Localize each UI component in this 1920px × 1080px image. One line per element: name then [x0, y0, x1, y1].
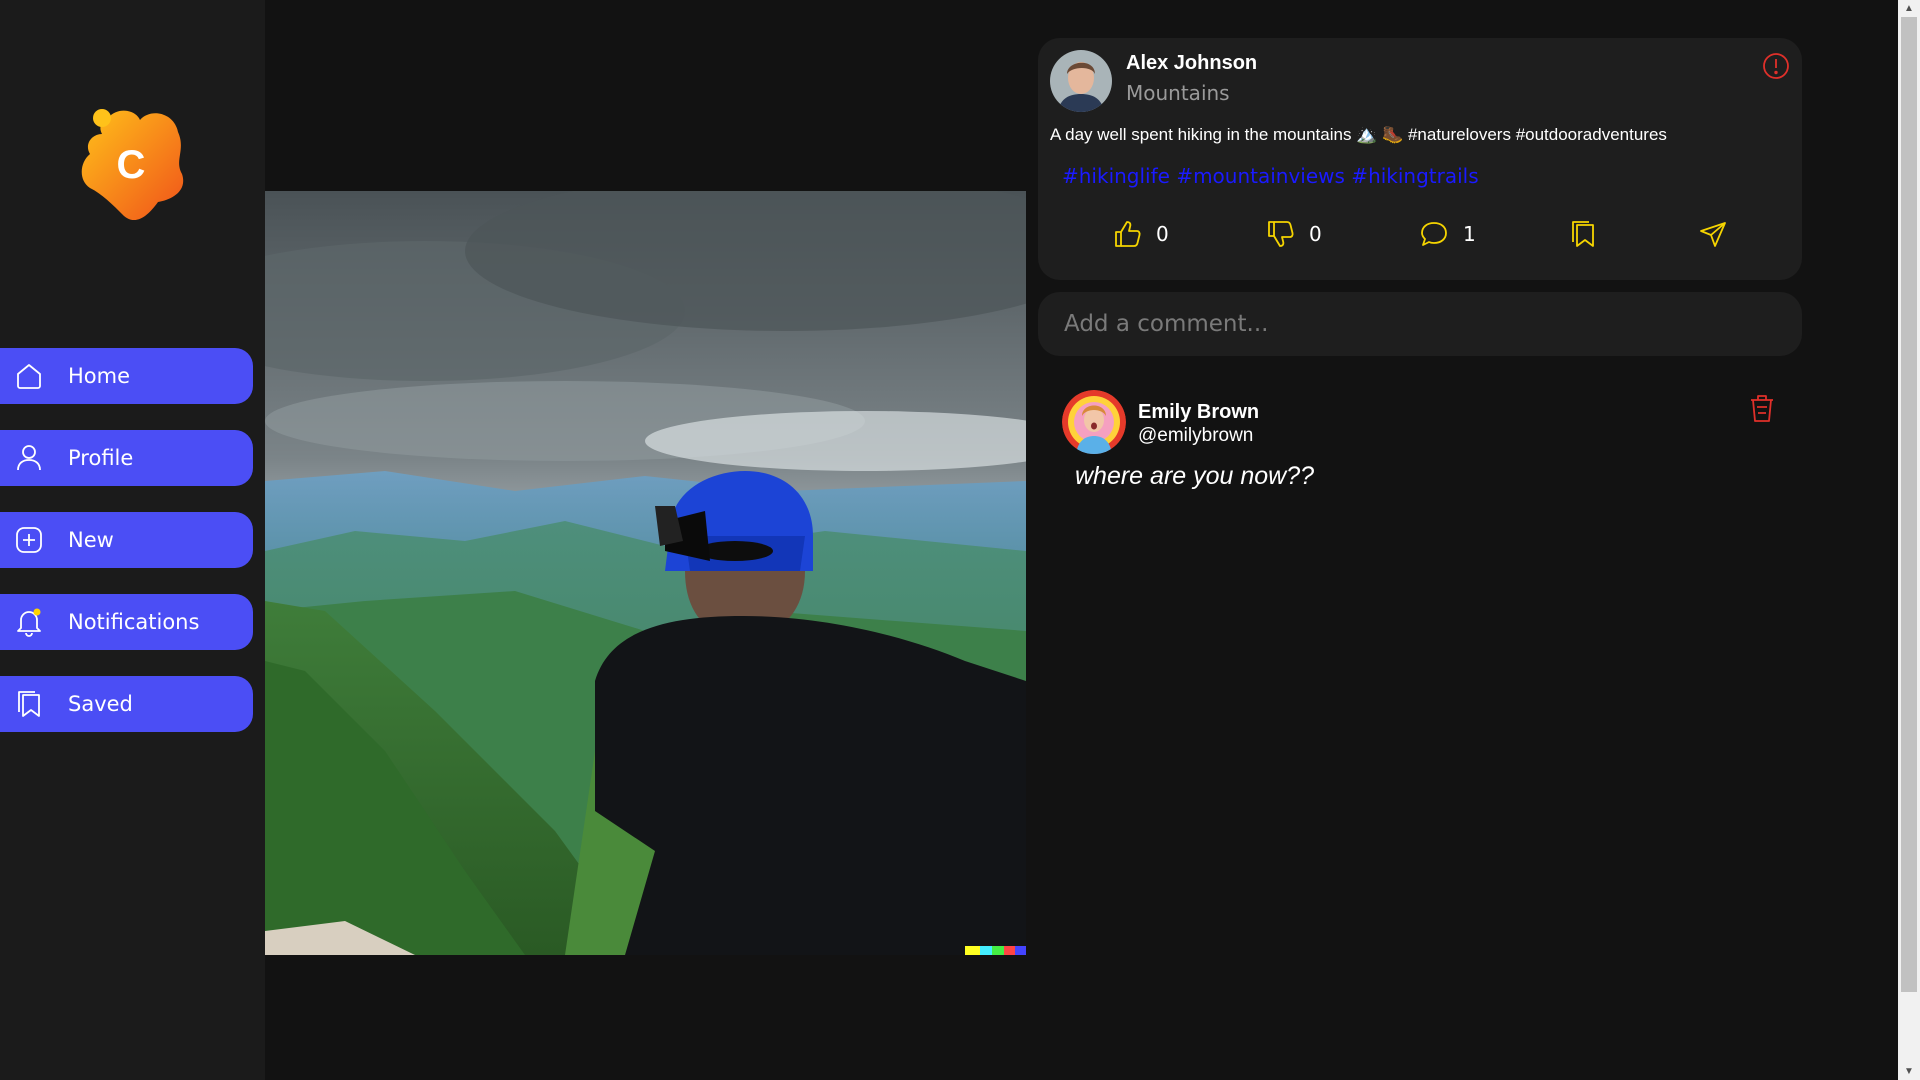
comment-text: where are you now??	[1075, 462, 1315, 490]
share-button[interactable]	[1698, 214, 1728, 254]
sidebar-item-notifications[interactable]: Notifications	[0, 594, 253, 650]
post-caption: A day well spent hiking in the mountains…	[1050, 125, 1667, 144]
dislike-button[interactable]: 0	[1265, 214, 1322, 254]
comment-input[interactable]	[1038, 292, 1802, 356]
sidebar: C Home Profile New Notifications Saved	[0, 0, 265, 1080]
post-location: Mountains	[1126, 81, 1230, 105]
sidebar-item-new[interactable]: New	[0, 512, 253, 568]
sidebar-item-profile[interactable]: Profile	[0, 430, 253, 486]
author-name[interactable]: Alex Johnson	[1126, 52, 1257, 75]
like-button[interactable]: 0	[1112, 214, 1169, 254]
thumbs-down-icon	[1268, 221, 1294, 247]
avatar[interactable]	[1062, 390, 1126, 454]
svg-text:C: C	[117, 143, 146, 187]
comment-item: Emily Brown @emilybrown where are you no…	[1062, 390, 1792, 500]
sidebar-item-saved[interactable]: Saved	[0, 676, 253, 732]
post-hashtags[interactable]: #hikinglife #mountainviews #hikingtrails	[1062, 164, 1479, 188]
comment-count: 1	[1463, 222, 1476, 246]
report-icon[interactable]	[1762, 52, 1790, 80]
commenter-handle[interactable]: @emilybrown	[1138, 425, 1253, 447]
bookmark-icon	[1572, 221, 1594, 247]
app-logo[interactable]: C	[78, 104, 188, 228]
save-button[interactable]	[1568, 214, 1598, 254]
home-icon	[14, 361, 44, 391]
page-scrollbar[interactable]: ▲ ▼	[1898, 0, 1920, 1080]
user-icon	[14, 443, 44, 473]
send-icon	[1700, 222, 1726, 247]
sidebar-item-label: Saved	[68, 692, 133, 716]
post-actions: 0 0 1	[1038, 214, 1802, 254]
bookmarks-icon	[14, 689, 44, 719]
like-count: 0	[1156, 222, 1169, 246]
scroll-thumb[interactable]	[1901, 17, 1917, 992]
trash-icon[interactable]	[1747, 392, 1777, 424]
sidebar-item-label: Home	[68, 364, 131, 388]
sidebar-item-label: Profile	[68, 446, 134, 470]
scroll-down-arrow-icon[interactable]: ▼	[1898, 1063, 1920, 1080]
sidebar-item-label: Notifications	[68, 610, 200, 634]
app: C Home Profile New Notifications Saved A…	[0, 0, 1920, 1080]
post-card: Alex Johnson Mountains A day well spent …	[1038, 38, 1802, 280]
bell-icon	[14, 607, 44, 637]
comment-button[interactable]: 1	[1419, 214, 1476, 254]
plus-square-icon	[14, 525, 44, 555]
scroll-up-arrow-icon[interactable]: ▲	[1898, 0, 1920, 17]
sidebar-item-label: New	[68, 528, 114, 552]
avatar[interactable]	[1050, 50, 1112, 112]
commenter-name[interactable]: Emily Brown	[1138, 401, 1259, 424]
thumbs-up-icon	[1115, 221, 1141, 247]
comment-icon	[1421, 222, 1447, 246]
dislike-count: 0	[1309, 222, 1322, 246]
sidebar-item-home[interactable]: Home	[0, 348, 253, 404]
post-image[interactable]	[265, 191, 1026, 955]
